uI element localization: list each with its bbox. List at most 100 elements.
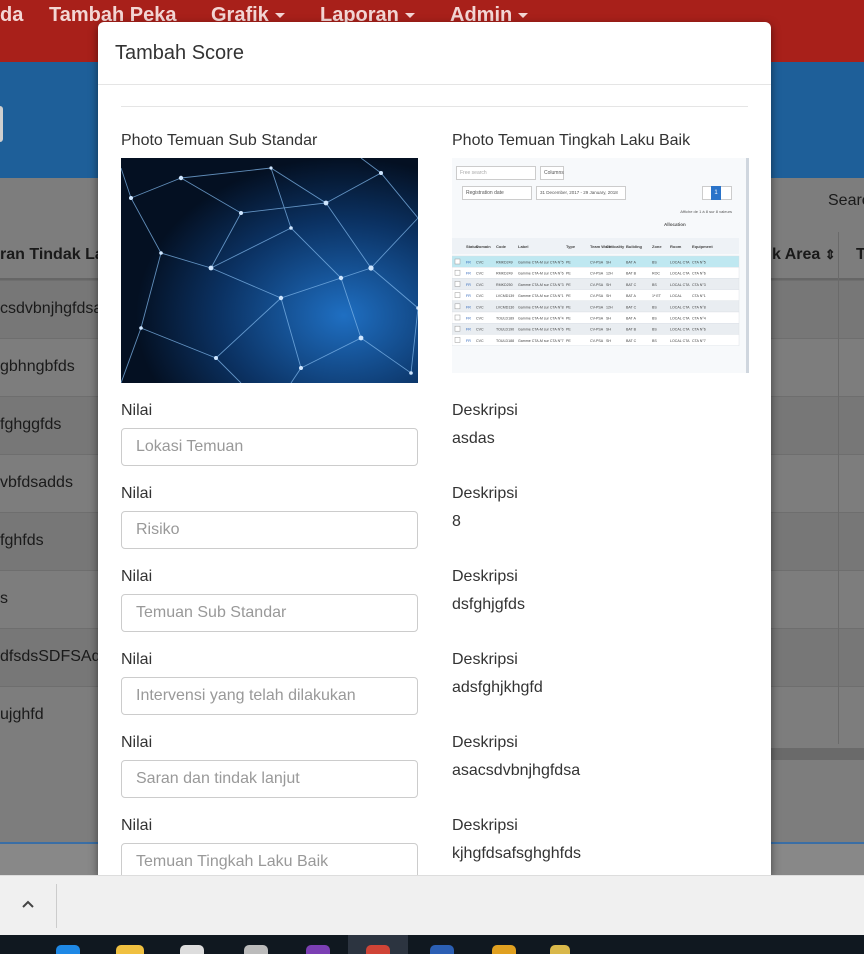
folder-icon[interactable] bbox=[116, 945, 144, 954]
image-table-cell: PE bbox=[566, 261, 571, 265]
visual-studio-icon[interactable] bbox=[306, 945, 330, 954]
nilai-label: Nilai bbox=[121, 817, 153, 834]
table-cell: ujghfd bbox=[0, 706, 44, 723]
deskripsi-label: Deskripsi bbox=[452, 817, 518, 834]
image-table-cell: BS bbox=[652, 283, 657, 287]
image-table-cell: LOCAL CTA bbox=[670, 283, 690, 287]
image-table-cell: SH bbox=[606, 261, 611, 265]
deskripsi-value: adsfghjkhgfd bbox=[452, 679, 543, 696]
table-cell: csdvbnjhgfdsa bbox=[0, 300, 103, 317]
nilai-label: Nilai bbox=[121, 485, 153, 502]
network-image bbox=[121, 158, 418, 383]
nilai-input[interactable] bbox=[121, 677, 418, 715]
image-table-checkbox bbox=[454, 269, 461, 276]
image-table-cell: CV-PSA bbox=[590, 261, 604, 265]
chevron-up-icon[interactable] bbox=[20, 896, 36, 917]
image-table-cell: SH bbox=[606, 283, 611, 287]
image-table-cell: CV-PSA bbox=[590, 272, 604, 276]
image-table-cell: CVC bbox=[476, 294, 484, 298]
image-table-cell: CVC bbox=[476, 283, 484, 287]
image-table-cell: CTA N°4 bbox=[692, 317, 706, 321]
word-icon[interactable] bbox=[430, 945, 454, 954]
photo-tingkah-laku-label: Photo Temuan Tingkah Laku Baik bbox=[452, 132, 691, 149]
image-table-cell: PE bbox=[566, 328, 571, 332]
deskripsi-label: Deskripsi bbox=[452, 402, 518, 419]
image-table-header-cell: Type bbox=[566, 244, 576, 249]
app-icon[interactable] bbox=[492, 945, 516, 954]
image-table-header-cell: Domain bbox=[476, 244, 491, 249]
table-cell: fghggfds bbox=[0, 416, 62, 433]
image-table-cell: BAT C bbox=[626, 305, 637, 309]
image-table-cell: CV-PSA bbox=[590, 283, 604, 287]
image-table-cell: SH bbox=[606, 317, 611, 321]
image-table-checkbox bbox=[454, 303, 461, 310]
nilai-input[interactable] bbox=[121, 760, 418, 798]
image-table-cell: BS bbox=[652, 339, 657, 343]
deskripsi-label: Deskripsi bbox=[452, 734, 518, 751]
column-header-area[interactable]: k Area ⇕ bbox=[772, 246, 836, 264]
image-columns-button: Columns bbox=[540, 166, 564, 180]
app-icon[interactable] bbox=[550, 945, 570, 954]
image-table-cell: BAT C bbox=[626, 283, 637, 287]
image-table-cell: 12H bbox=[606, 305, 613, 309]
caret-down-icon bbox=[518, 13, 529, 19]
store-icon[interactable] bbox=[180, 945, 204, 954]
deskripsi-label: Deskripsi bbox=[452, 485, 518, 502]
nilai-input[interactable] bbox=[121, 428, 418, 466]
image-table-cell: CV-PSA bbox=[590, 317, 604, 321]
image-table-cell: Gamme CTA-M sur CTA N°3 bbox=[518, 283, 564, 287]
image-table-cell: FR bbox=[466, 283, 471, 287]
image-table-cell: SH bbox=[606, 328, 611, 332]
image-table-cell: CTA N°3 bbox=[692, 283, 706, 287]
image-table-cell: LOCAL CTA bbox=[670, 317, 690, 321]
image-table-cell: CTA N°8 bbox=[692, 305, 706, 309]
image-table-cell: BS bbox=[652, 317, 657, 321]
image-table-cell: CVC bbox=[476, 272, 484, 276]
image-table-cell: LOCAL CTA bbox=[670, 305, 690, 309]
image-table-checkbox bbox=[454, 281, 461, 287]
background-button[interactable] bbox=[0, 106, 3, 142]
column-header-tindak-lanjut[interactable]: ran Tindak La bbox=[0, 246, 104, 264]
nilai-input[interactable] bbox=[121, 511, 418, 549]
table-cell: gbhngbfds bbox=[0, 358, 75, 375]
table-cell: s bbox=[0, 590, 8, 607]
image-table-cell: Gamme CTA-M sur CTA N°7 bbox=[518, 339, 564, 343]
image-table-cell: PE bbox=[566, 294, 571, 298]
column-header-area-label: k Area bbox=[772, 246, 821, 263]
column-header-t[interactable]: T bbox=[856, 246, 864, 264]
image-table-header-cell: Equipment bbox=[692, 244, 713, 249]
image-date-field: Registration date bbox=[462, 186, 532, 200]
deskripsi-value: kjhgfdsafsghghfds bbox=[452, 845, 581, 862]
nilai-label: Nilai bbox=[121, 651, 153, 668]
chrome-icon[interactable] bbox=[366, 945, 390, 954]
image-table-cell: CVC bbox=[476, 339, 484, 343]
edge-icon[interactable] bbox=[56, 945, 80, 954]
caret-down-icon bbox=[274, 13, 285, 19]
image-table-cell: 12H bbox=[606, 272, 613, 276]
image-table-header-cell: Building bbox=[626, 244, 643, 249]
nilai-label: Nilai bbox=[121, 734, 153, 751]
image-table-cell: Gamme CTA-M sur CTA N°5 bbox=[518, 261, 564, 265]
image-table-cell: Gamme CTA-M sur CTA N°1 bbox=[518, 294, 564, 298]
nav-item-home[interactable]: da bbox=[0, 4, 23, 27]
image-table-cell: FR bbox=[466, 328, 471, 332]
tambah-score-modal: Tambah Score Photo Temuan Sub Standar Ph… bbox=[98, 22, 771, 875]
image-table-checkbox bbox=[454, 258, 461, 265]
nilai-input[interactable] bbox=[121, 594, 418, 632]
image-table-cell: SH bbox=[606, 339, 611, 343]
image-date-range: 31 December, 2017 - 29 January, 2018 bbox=[536, 186, 626, 200]
image-table-cell: FR bbox=[466, 317, 471, 321]
image-page-number: 1 bbox=[711, 186, 721, 200]
image-table-cell: Gamme CTA-M sur CTA N°8 bbox=[518, 305, 564, 309]
image-table-cell: TOULD188 bbox=[496, 339, 514, 343]
image-data-table: StatusDomain Code Label Type Team WorkCritic… bbox=[452, 238, 740, 346]
image-table-cell: RMKD250 bbox=[496, 283, 513, 287]
file-icon[interactable] bbox=[244, 945, 268, 954]
image-table-cell: LOCAL CTA bbox=[670, 261, 690, 265]
image-table-cell: FR bbox=[466, 272, 471, 276]
nilai-input[interactable] bbox=[121, 843, 418, 875]
image-table-cell: BS bbox=[652, 328, 657, 332]
image-table-cell: CTA N°6 bbox=[692, 328, 706, 332]
image-table-checkbox bbox=[454, 292, 461, 298]
modal-header: Tambah Score bbox=[98, 22, 771, 85]
